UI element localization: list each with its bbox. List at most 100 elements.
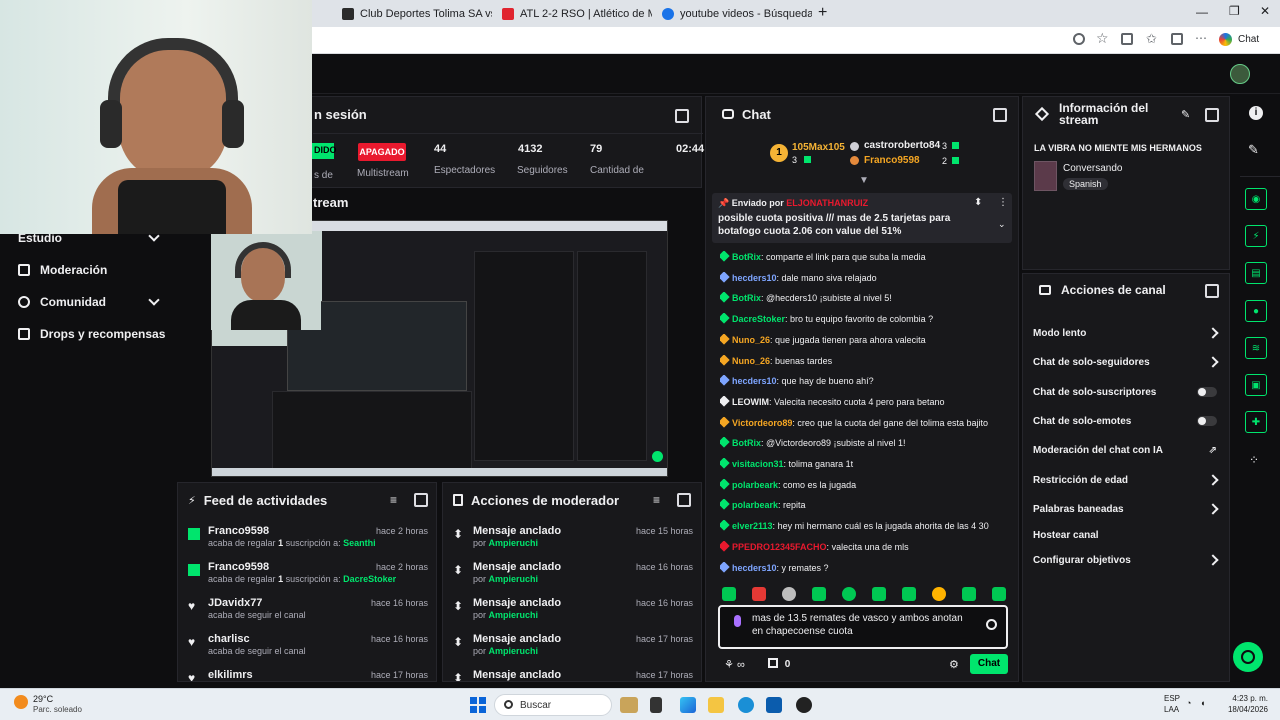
popout-icon[interactable] <box>1205 108 1219 122</box>
favorites-icon[interactable]: ✩ <box>1146 31 1157 47</box>
emote-icon[interactable] <box>812 587 826 601</box>
chat-message[interactable]: elver2113: hey mi hermano cuál es la jug… <box>720 520 1018 532</box>
volume-icon[interactable]: ◖ <box>1200 698 1205 708</box>
close-window-icon[interactable]: ✕ <box>1260 4 1270 18</box>
star-icon[interactable]: ☆ <box>1096 30 1109 47</box>
wrench-rail-icon[interactable]: ✚ <box>1245 411 1267 433</box>
chat-message[interactable]: polarbeark: como es la jugada <box>720 478 1018 491</box>
camera-icon[interactable]: ◉ <box>1245 188 1267 210</box>
chat-input[interactable]: mas de 13.5 remates de vasco y ambos ano… <box>718 605 1008 649</box>
chat-username[interactable]: hecders10 <box>732 273 777 283</box>
taskbar-app-icon[interactable] <box>620 697 638 713</box>
emote-icon[interactable] <box>782 587 796 601</box>
task-view-icon[interactable] <box>650 697 662 713</box>
sidebar-item-drops[interactable]: Drops y recompensas <box>0 318 175 350</box>
chat-message[interactable]: Nuno_26: que jugada tienen para ahora va… <box>720 333 1018 346</box>
info-icon[interactable]: i <box>1249 106 1263 120</box>
chat-username[interactable]: Nuno_26 <box>732 356 770 366</box>
add-widget-icon[interactable]: ⁘ <box>1249 453 1259 467</box>
chat-message[interactable]: Nuno_26: buenas tardes <box>720 354 1018 367</box>
channel-action-item[interactable]: Hostear canal <box>1033 521 1217 549</box>
chat-username[interactable]: polarbeark <box>732 500 778 510</box>
help-bubble-icon[interactable] <box>1233 642 1263 672</box>
emote-icon[interactable] <box>932 587 946 601</box>
list-item[interactable]: Franco9598 acaba de regalar 1 suscripció… <box>178 525 436 561</box>
emote-icon[interactable] <box>752 587 766 601</box>
channel-action-item[interactable]: Restricción de edad <box>1033 466 1219 494</box>
chevron-right-icon[interactable] <box>1207 474 1219 486</box>
chat-send-button[interactable]: Chat <box>970 654 1008 674</box>
external-link-icon[interactable]: ⇗ <box>1209 445 1217 456</box>
category-name[interactable]: Conversando <box>1063 163 1122 174</box>
chat-message[interactable]: PPEDRO12345FACHO: valecita una de mls <box>720 540 1018 553</box>
chat-message[interactable]: polarbeark: repita <box>720 499 1018 511</box>
channel-action-item[interactable]: Chat de solo-seguidores <box>1033 348 1219 376</box>
pinned-message[interactable]: 📌 Enviado por ELJONATHANRUIZ posible cuo… <box>712 193 1012 243</box>
filter-icon[interactable]: ≡ <box>653 493 660 507</box>
clipboard-rail-icon[interactable]: ▤ <box>1245 262 1267 284</box>
channel-action-item[interactable]: Chat de solo-suscriptores <box>1033 378 1217 406</box>
browser-tab-tolima[interactable]: Club Deportes Tolima SA vs CS De... <box>334 4 492 24</box>
leader-name[interactable]: castroroberto84 <box>864 140 940 151</box>
extension-icon[interactable] <box>1121 33 1133 45</box>
chevron-right-icon[interactable] <box>1207 503 1219 515</box>
emoji-picker-icon[interactable] <box>986 619 997 630</box>
language-tag[interactable]: Spanish <box>1063 178 1108 190</box>
channel-action-item[interactable]: Configurar objetivos <box>1033 546 1219 574</box>
chat-message[interactable]: hecders10: dale mano siva relajado <box>720 271 1018 284</box>
chat-message[interactable]: visitacion31: tolima ganara 1t <box>720 458 1018 470</box>
user-avatar[interactable] <box>1230 64 1250 84</box>
store-icon[interactable] <box>766 697 782 713</box>
chat-username[interactable]: DacreStoker <box>732 314 785 324</box>
browser-tab-atletico[interactable]: ATL 2-2 RSO | Atlético de Madrid -... <box>494 4 652 24</box>
emote-icon[interactable] <box>872 587 886 601</box>
weather-icon[interactable] <box>14 695 28 709</box>
chat-username[interactable]: PPEDRO12345FACHO <box>732 542 827 552</box>
clock-time[interactable]: 4:23 p. m. <box>1218 694 1268 703</box>
emote-icon[interactable] <box>722 587 736 601</box>
gift-counter[interactable]: 0 <box>768 658 790 670</box>
edit-icon[interactable]: ✎ <box>1181 108 1190 121</box>
list-item[interactable]: ♥ charlisc acaba de seguir el canal hace… <box>178 633 436 669</box>
channel-action-item[interactable]: Modo lento <box>1033 319 1219 347</box>
channel-action-item[interactable]: Moderación del chat con IA ⇗ <box>1033 436 1217 464</box>
chat-username[interactable]: hecders10 <box>732 563 777 573</box>
copilot-chat-label[interactable]: Chat <box>1238 34 1259 45</box>
taskbar-search[interactable]: Buscar <box>494 694 612 716</box>
emote-icon[interactable] <box>842 587 856 601</box>
more-icon[interactable]: ⋯ <box>1195 31 1207 45</box>
list-item[interactable]: ⬍ Mensaje anclado por Ampieruchi hace 16… <box>443 597 701 633</box>
list-item[interactable]: Franco9598 acaba de regalar 1 suscripció… <box>178 561 436 597</box>
chat-username[interactable]: polarbeark <box>732 480 778 490</box>
sidebar-item-moderacion[interactable]: Moderación <box>0 254 175 286</box>
chat-username[interactable]: Nuno_26 <box>732 335 770 345</box>
chat-username[interactable]: BotRix <box>732 438 761 448</box>
chevron-right-icon[interactable] <box>1207 554 1219 566</box>
tv-rail-icon[interactable]: ▣ <box>1245 374 1267 396</box>
input-language[interactable]: ESP <box>1164 694 1180 703</box>
list-item[interactable]: ⬍ Mensaje anclado hace 17 horas <box>443 669 701 681</box>
chat-message[interactable]: BotRix: @hecders10 ¡subiste al nivel 5! <box>720 292 1018 304</box>
collections-icon[interactable] <box>1171 33 1183 45</box>
clock-date[interactable]: 18/04/2026 <box>1218 705 1268 714</box>
emote-icon[interactable] <box>992 587 1006 601</box>
browser-icon[interactable] <box>738 697 754 713</box>
chat-username[interactable]: visitacion31 <box>732 459 784 469</box>
obs-icon[interactable] <box>796 697 812 713</box>
restore-icon[interactable]: ❐ <box>1229 4 1240 18</box>
chat-message[interactable]: BotRix: @Victordeoro89 ¡subiste al nivel… <box>720 437 1018 449</box>
expand-icon[interactable]: ⌄ <box>998 219 1006 230</box>
unpin-icon[interactable]: ⬍ <box>974 197 982 208</box>
chat-message[interactable]: hecders10: que hay de bueno ahí? <box>720 375 1018 387</box>
chat-rail-icon[interactable]: ● <box>1245 300 1267 322</box>
zoom-icon[interactable] <box>1073 33 1085 45</box>
chat-username[interactable]: BotRix <box>732 252 761 262</box>
channel-action-item[interactable]: Chat de solo-emotes <box>1033 407 1217 435</box>
toggle-switch[interactable] <box>1197 387 1217 397</box>
filter-icon[interactable]: ≡ <box>390 493 397 507</box>
new-tab-icon[interactable]: + <box>818 4 827 22</box>
chat-username[interactable]: BotRix <box>732 293 761 303</box>
popout-icon[interactable] <box>675 109 689 123</box>
edge-icon[interactable] <box>680 697 696 713</box>
chevron-right-icon[interactable] <box>1207 356 1219 368</box>
